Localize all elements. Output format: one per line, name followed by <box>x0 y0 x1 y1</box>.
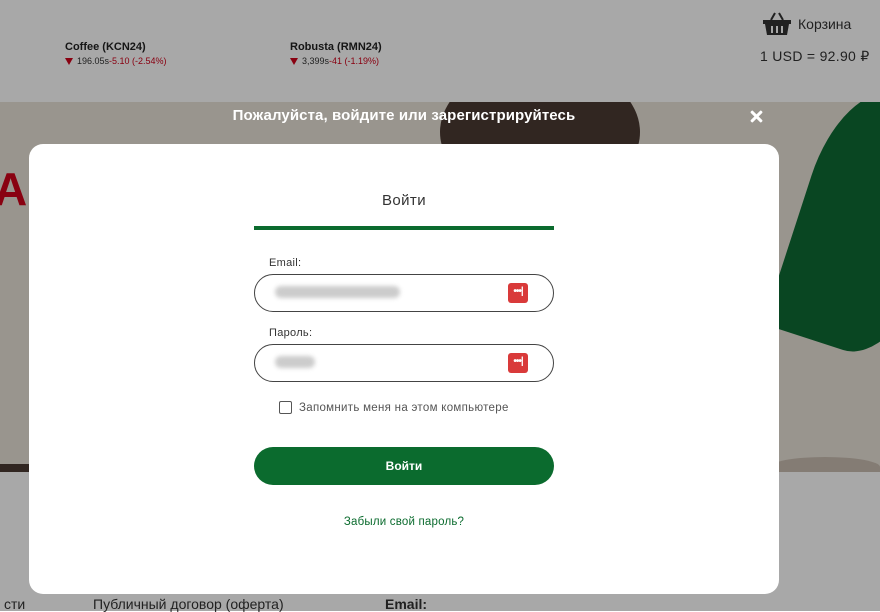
remember-label: Запомнить меня на этом компьютере <box>299 401 509 414</box>
email-field[interactable]: •••| <box>254 274 554 312</box>
password-manager-icon[interactable]: •••| <box>508 353 528 373</box>
close-icon[interactable] <box>746 107 766 127</box>
password-manager-icon[interactable]: •••| <box>508 283 528 303</box>
password-label: Пароль: <box>269 327 313 339</box>
login-button[interactable]: Войти <box>254 447 554 485</box>
tab-login[interactable]: Войти <box>254 192 554 209</box>
modal-title: Пожалуйста, войдите или зарегистрируйтес… <box>232 107 576 124</box>
tab-underline <box>254 226 554 230</box>
email-value-blurred <box>275 286 400 298</box>
email-label: Email: <box>269 257 302 269</box>
remember-checkbox[interactable] <box>279 401 292 414</box>
password-field[interactable]: •••| <box>254 344 554 382</box>
password-value-blurred <box>275 356 315 368</box>
remember-me[interactable]: Запомнить меня на этом компьютере <box>279 401 509 414</box>
forgot-password-link[interactable]: Забыли свой пароль? <box>254 516 554 528</box>
login-modal: Войти Email: •••| Пароль: •••| Запомнить… <box>29 144 779 594</box>
